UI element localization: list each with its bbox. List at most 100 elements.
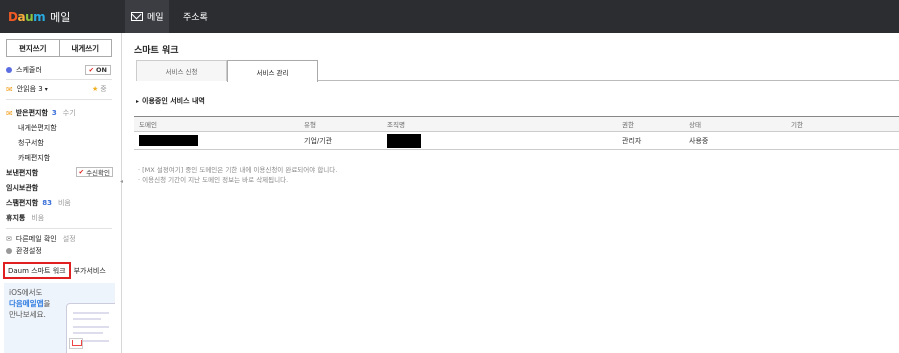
inbox-extra[interactable]: 수기 [63, 108, 76, 118]
compose-button[interactable]: 편지쓰기 [7, 40, 60, 56]
unread-label: 안읽음 3 [16, 85, 43, 93]
sidebar-item-folder[interactable]: 카페편지함 [18, 153, 50, 163]
tab-label: 서비스 신청 [165, 68, 198, 76]
settings-label: 환경설정 [16, 247, 42, 255]
sidebar-item-inbox[interactable]: ✉ 받은편지함 3 수기 [6, 108, 76, 118]
trash-label: 휴지통 [6, 214, 26, 222]
phone-line [73, 326, 109, 328]
role-cell: 관리자 [617, 131, 684, 150]
other-mail-settings-link[interactable]: 설정 [63, 234, 76, 244]
tab-service-manage[interactable]: 서비스 관리 [227, 60, 318, 82]
sidebar-item-folder[interactable]: 청구서함 [18, 138, 44, 148]
phone-line [73, 332, 103, 334]
scheduler-on-toggle[interactable]: ✔ ON [84, 65, 111, 75]
scheduler-item[interactable]: 스케줄러 [6, 65, 42, 75]
star-icon: ★ [92, 85, 99, 93]
sidebar-item-drafts[interactable]: 임시보관함 [6, 183, 38, 193]
sidebar-item-other-mail[interactable]: ✉ 다른메일 확인 설정 [6, 234, 76, 244]
domain-cell [134, 131, 299, 150]
section-title: ▸ 이용중인 서비스 내역 [136, 96, 205, 106]
tab-mail[interactable]: 메일 [125, 0, 169, 33]
read-receipt-label: 수신확인 [86, 169, 110, 177]
read-receipt-button[interactable]: ✔ 수신확인 [75, 167, 113, 177]
compose-buttons: 편지쓰기 내게쓰기 [6, 39, 112, 57]
trash-empty-link[interactable]: 비움 [31, 213, 44, 223]
logo-area[interactable]: Daum 메일 [0, 0, 122, 33]
spam-count: 83 [42, 199, 52, 207]
chevron-right-icon: ▸ [136, 98, 140, 105]
envelope-icon [131, 12, 143, 21]
note-line: · [MX 설정여기] 중인 도메인은 기한 내에 이용신청이 완료되어야 합니… [138, 166, 338, 174]
sidebar-item-trash[interactable]: 휴지통 비움 [6, 213, 44, 223]
sidebar-item-sent[interactable]: 보낸편지함 [6, 168, 38, 178]
phone-line [73, 312, 109, 314]
tab-address-book-label: 주소록 [183, 13, 208, 23]
smart-work-row: Daum 스마트 워크 부가서비스 [3, 262, 119, 279]
gear-icon [6, 248, 12, 254]
column-header: 기한 [786, 116, 899, 132]
drafts-label: 임시보관함 [6, 184, 39, 192]
unread-item[interactable]: ✉ 안읽음 3 ▾ [6, 84, 48, 94]
smart-work-label: Daum 스마트 워크 [8, 266, 66, 275]
write-to-self-button[interactable]: 내게쓰기 [60, 40, 112, 56]
status-cell: 사용중 [684, 131, 786, 150]
inbox-icon: ✉ [6, 108, 13, 118]
expiry-cell [786, 131, 899, 150]
divider [6, 228, 112, 229]
mailbox-icon: ✉ [6, 235, 12, 243]
type-cell: 기업/기관 [299, 131, 382, 150]
tab-address-book[interactable]: 주소록 [183, 0, 208, 33]
starred-item[interactable]: ★ 중 [92, 84, 107, 94]
scheduler-badge-label: ON [96, 66, 107, 74]
divider [6, 79, 112, 80]
column-header: 권한 [617, 116, 684, 132]
promo-line-suffix: 을 [43, 299, 51, 308]
org-cell [382, 131, 617, 150]
folder-label: 내게쓴편지함 [18, 124, 57, 132]
check-icon: ✔ [78, 168, 85, 176]
phone-line [73, 318, 101, 320]
other-mail-label: 다른메일 확인 [15, 235, 57, 243]
scheduler-label: 스케줄러 [16, 66, 42, 74]
table-row: 기업/기관 관리자 사용중 [134, 131, 899, 150]
ios-app-promo-banner[interactable]: iOS에서도 다음메일앱을 만나보세요. [4, 283, 115, 353]
column-header: 유형 [299, 116, 382, 132]
check-icon: ✔ [88, 66, 95, 74]
inbox-label: 받은편지함 [15, 109, 48, 117]
folder-label: 카페편지함 [18, 154, 51, 162]
service-table: 도메인 유형 조직명 권한 상태 기한 기업/기관 관리자 사용중 [134, 116, 899, 150]
mail-icon: ✉ [6, 84, 13, 94]
starred-label: 중 [100, 85, 107, 93]
tab-service-apply[interactable]: 서비스 신청 [136, 60, 227, 81]
table-header-row: 도메인 유형 조직명 권한 상태 기한 [134, 116, 899, 132]
section-title-label: 이용중인 서비스 내역 [142, 97, 205, 105]
sidebar-collapse-handle[interactable]: ◂ [120, 178, 125, 188]
redacted-domain [139, 135, 198, 146]
main-content: 스마트 워크 서비스 신청 서비스 관리 ▸ 이용중인 서비스 내역 도메인 유형… [126, 33, 899, 353]
spam-label: 스팸편지함 [6, 199, 39, 207]
daum-logo: Daum [8, 9, 46, 24]
scheduler-icon [6, 67, 12, 73]
tab-label: 서비스 관리 [256, 68, 289, 77]
addon-services-link[interactable]: 부가서비스 [74, 266, 106, 276]
spam-empty-link[interactable]: 비움 [58, 198, 71, 208]
inbox-count: 3 [51, 109, 57, 117]
sidebar-item-settings[interactable]: 환경설정 [6, 246, 42, 256]
mail-app-icon [69, 338, 83, 349]
sidebar-item-spam[interactable]: 스팸편지함 83 비움 [6, 198, 71, 208]
note-line: · 이용신청 기간이 지난 도메인 정보는 바로 삭제됩니다. [138, 176, 289, 184]
column-header: 도메인 [134, 116, 299, 132]
promo-line: iOS에서도 [9, 288, 43, 297]
sidebar-item-folder[interactable]: 내게쓴편지함 [18, 123, 57, 133]
chevron-down-icon: ▾ [44, 85, 48, 93]
promo-highlight: 다음메일앱 [9, 299, 44, 308]
tab-mail-label: 메일 [147, 13, 164, 23]
notes: · [MX 설정여기] 중인 도메인은 기한 내에 이용신청이 완료되어야 합니… [138, 165, 337, 185]
top-bar: Daum 메일 메일 주소록 [0, 0, 899, 33]
smart-work-link[interactable]: Daum 스마트 워크 [3, 262, 71, 279]
app-title: 메일 [50, 10, 71, 24]
promo-text: iOS에서도 다음메일앱을 만나보세요. [9, 287, 50, 320]
sent-label: 보낸편지함 [6, 169, 39, 177]
divider [6, 99, 112, 100]
promo-line: 만나보세요. [9, 310, 46, 319]
